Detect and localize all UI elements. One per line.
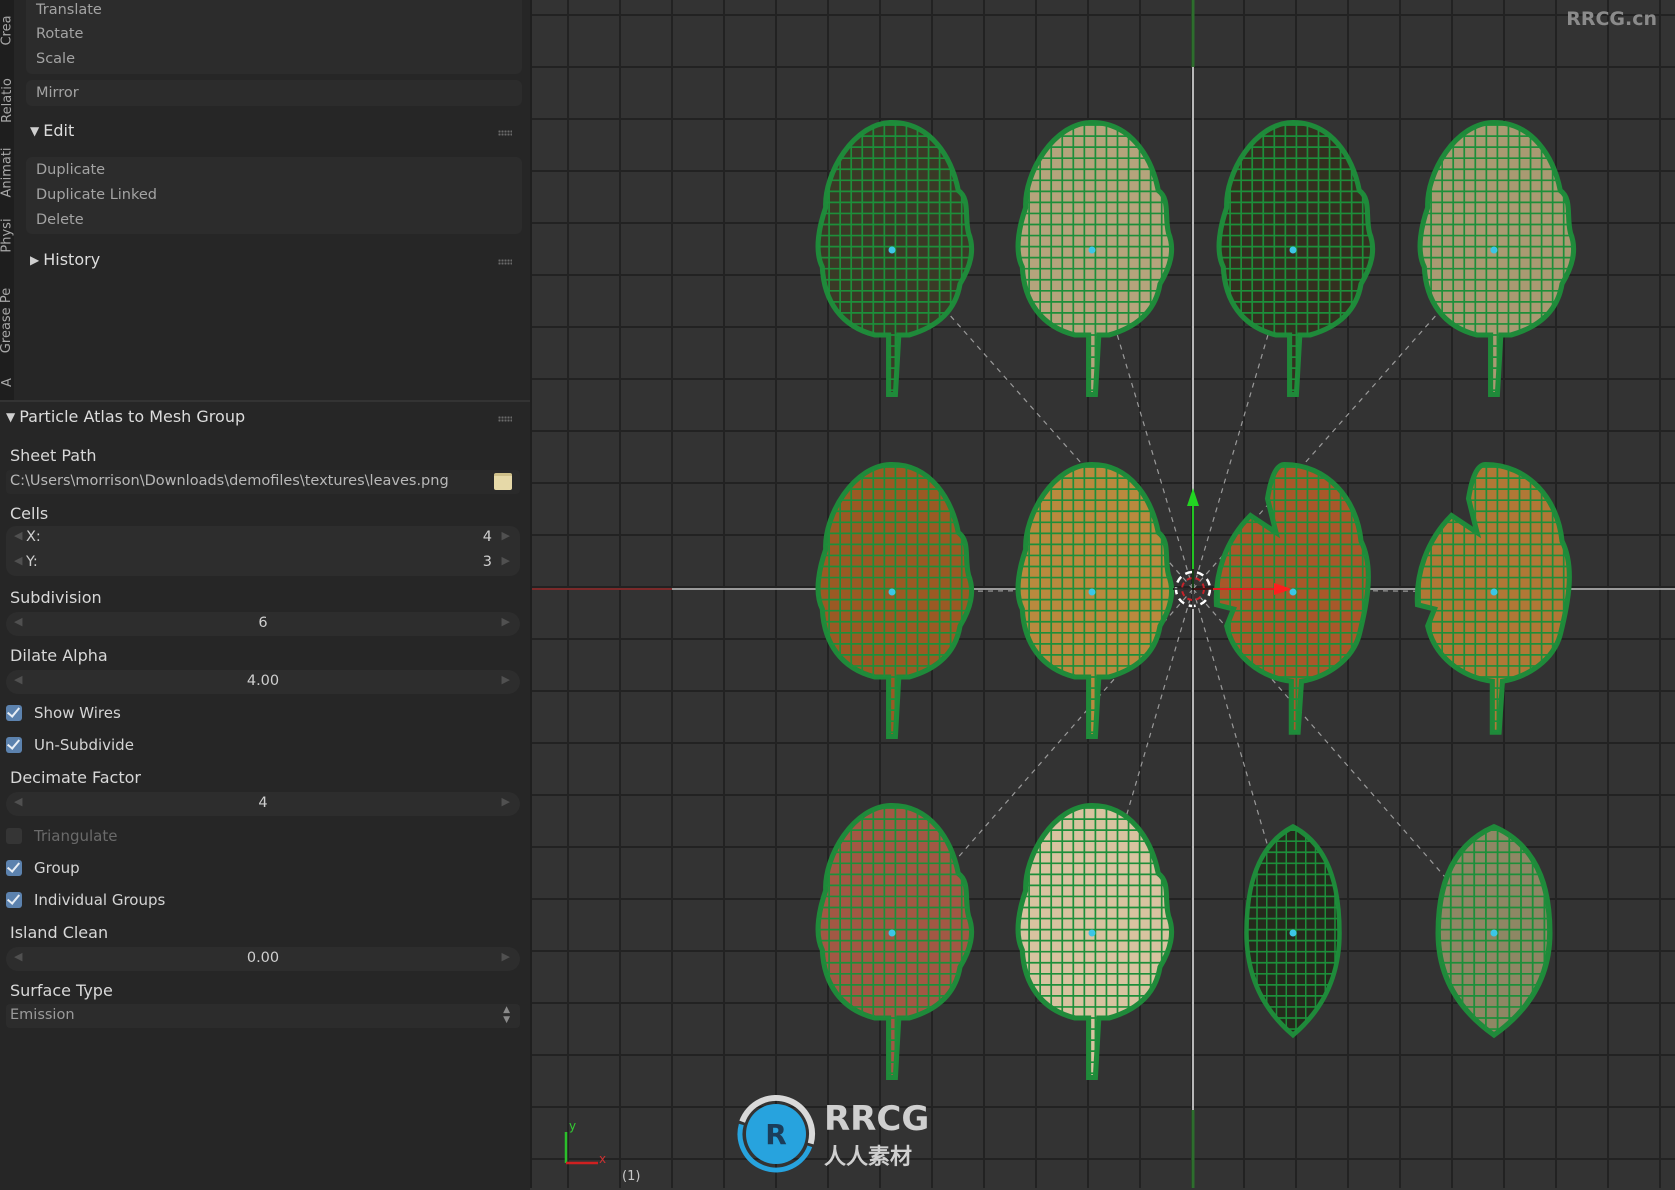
cells-label: Cells [10, 504, 49, 523]
surface-type-label: Surface Type [10, 981, 113, 1000]
translate-button[interactable]: Translate [36, 2, 102, 18]
leaf-mesh[interactable] [807, 456, 977, 745]
drag-grip-icon[interactable] [498, 259, 512, 265]
tab-create[interactable]: Crea [0, 0, 15, 60]
decimate-factor-field[interactable]: ◀ 4 ▶ [6, 792, 520, 816]
watermark-cn: 人人素材 [824, 1144, 912, 1170]
frame-number: (1) [622, 1169, 641, 1184]
rotate-button[interactable]: Rotate [36, 26, 83, 42]
particle-atlas-panel: ▼ Particle Atlas to Mesh Group Sheet Pat… [0, 400, 530, 1190]
island-clean-label: Island Clean [10, 923, 109, 942]
object-origin-dot [1088, 246, 1096, 254]
expand-triangle-icon: ▼ [6, 409, 16, 424]
expand-triangle-icon: ▼ [30, 123, 40, 138]
mirror-box [26, 80, 522, 106]
object-origin-dot [888, 929, 896, 937]
subdivision-label: Subdivision [10, 588, 102, 607]
leaf-mesh[interactable] [1218, 797, 1368, 1086]
sheet-path-input[interactable]: C:\Users\morrison\Downloads\demofiles\te… [6, 470, 520, 494]
tab-physics[interactable]: Physi [0, 210, 15, 260]
unsubdivide-checkbox[interactable]: Un-Subdivide [6, 736, 134, 754]
leaf-mesh[interactable] [807, 114, 977, 403]
object-origin-dot [1490, 929, 1498, 937]
object-origin-dot [1490, 588, 1498, 596]
leaf-mesh[interactable] [807, 797, 977, 1086]
rrcg-watermark: R RRCG 人人素材 [737, 1095, 929, 1173]
subdivision-field[interactable]: ◀ 6 ▶ [6, 612, 520, 636]
3d-viewport[interactable]: y x R RRCG 人人素材 RRCG.cn (1) [532, 0, 1675, 1188]
leaf-mesh[interactable] [1208, 114, 1378, 403]
object-origin-dot [888, 246, 896, 254]
checkbox-checked-icon [6, 737, 22, 753]
leaf-meshes [807, 114, 1584, 1086]
tab-animation[interactable]: Animati [0, 140, 15, 205]
duplicate-button[interactable]: Duplicate [36, 162, 105, 178]
island-clean-field[interactable]: ◀ 0.00 ▶ [6, 947, 520, 971]
checkbox-checked-icon [6, 705, 22, 721]
svg-text:R: R [765, 1118, 787, 1151]
checkbox-checked-icon [6, 860, 22, 876]
particle-atlas-header[interactable]: ▼ Particle Atlas to Mesh Group [6, 407, 245, 426]
viewport-canvas: y x R RRCG 人人素材 [532, 0, 1675, 1188]
leaf-texture [1414, 461, 1572, 735]
tab-relations[interactable]: Relatio [0, 65, 15, 135]
dilate-alpha-label: Dilate Alpha [10, 646, 108, 665]
individual-groups-checkbox[interactable]: Individual Groups [6, 891, 165, 909]
watermark-en: RRCG [824, 1099, 929, 1139]
folder-browse-icon[interactable] [494, 473, 512, 490]
checkbox-checked-icon [6, 892, 22, 908]
show-wires-checkbox[interactable]: Show Wires [6, 704, 121, 722]
object-origin-dot [888, 588, 896, 596]
leaf-texture [1213, 461, 1371, 735]
tab-grease-pencil[interactable]: Grease Pe [0, 275, 15, 365]
drag-grip-icon[interactable] [498, 130, 512, 136]
object-origin-dot [1088, 588, 1096, 596]
axis-x-label: x [599, 1152, 606, 1166]
triangulate-checkbox[interactable]: Triangulate [6, 827, 118, 845]
checkbox-unchecked-icon [6, 828, 22, 844]
leaf-mesh[interactable] [1007, 797, 1177, 1086]
leaf-mesh[interactable] [1404, 797, 1584, 1086]
leaf-mesh[interactable] [1409, 456, 1579, 745]
leaf-mesh[interactable] [1007, 456, 1177, 745]
view-axis-gizmo: y x [564, 1119, 606, 1166]
leaf-mesh[interactable] [1007, 114, 1177, 403]
object-origin-dot [1289, 246, 1297, 254]
sheet-path-label: Sheet Path [10, 446, 97, 465]
surface-type-dropdown[interactable]: Emission ▲ ▼ [6, 1004, 520, 1028]
leaf-mesh[interactable] [1208, 456, 1378, 745]
y-arrow-icon[interactable] [1187, 488, 1199, 506]
mirror-button[interactable]: Mirror [36, 85, 79, 101]
collapsed-triangle-icon: ▶ [30, 252, 40, 267]
tab-addon[interactable]: A [0, 370, 15, 395]
scale-button[interactable]: Scale [36, 51, 75, 67]
delete-button[interactable]: Delete [36, 212, 84, 228]
dilate-alpha-field[interactable]: ◀ 4.00 ▶ [6, 670, 520, 694]
object-origin-dot [1490, 246, 1498, 254]
object-origin-dot [1289, 929, 1297, 937]
object-origin-dot [1289, 588, 1297, 596]
duplicate-linked-button[interactable]: Duplicate Linked [36, 187, 157, 203]
history-section-header[interactable]: ▶ History [30, 250, 100, 269]
cells-x-field[interactable]: ◀ X: 4 ▶ [6, 526, 520, 550]
tools-region: Translate Rotate Scale Mirror ▼ Edit Dup… [14, 0, 530, 400]
edit-section-header[interactable]: ▼ Edit [30, 121, 74, 140]
axis-y-label: y [569, 1119, 576, 1133]
cells-y-field[interactable]: ◀ Y: 3 ▶ [6, 551, 520, 575]
leaf-mesh[interactable] [1409, 114, 1579, 403]
group-checkbox[interactable]: Group [6, 859, 80, 877]
drag-grip-icon[interactable] [498, 416, 512, 422]
decimate-factor-label: Decimate Factor [10, 768, 141, 787]
tool-tab-strip: Crea Relatio Animati Physi Grease Pe A [0, 0, 15, 400]
dropdown-updown-icon: ▲ ▼ [503, 1005, 510, 1025]
object-origin-dot [1088, 929, 1096, 937]
corner-watermark: RRCG.cn [1566, 8, 1657, 30]
tool-shelf: Crea Relatio Animati Physi Grease Pe A T… [0, 0, 532, 1190]
